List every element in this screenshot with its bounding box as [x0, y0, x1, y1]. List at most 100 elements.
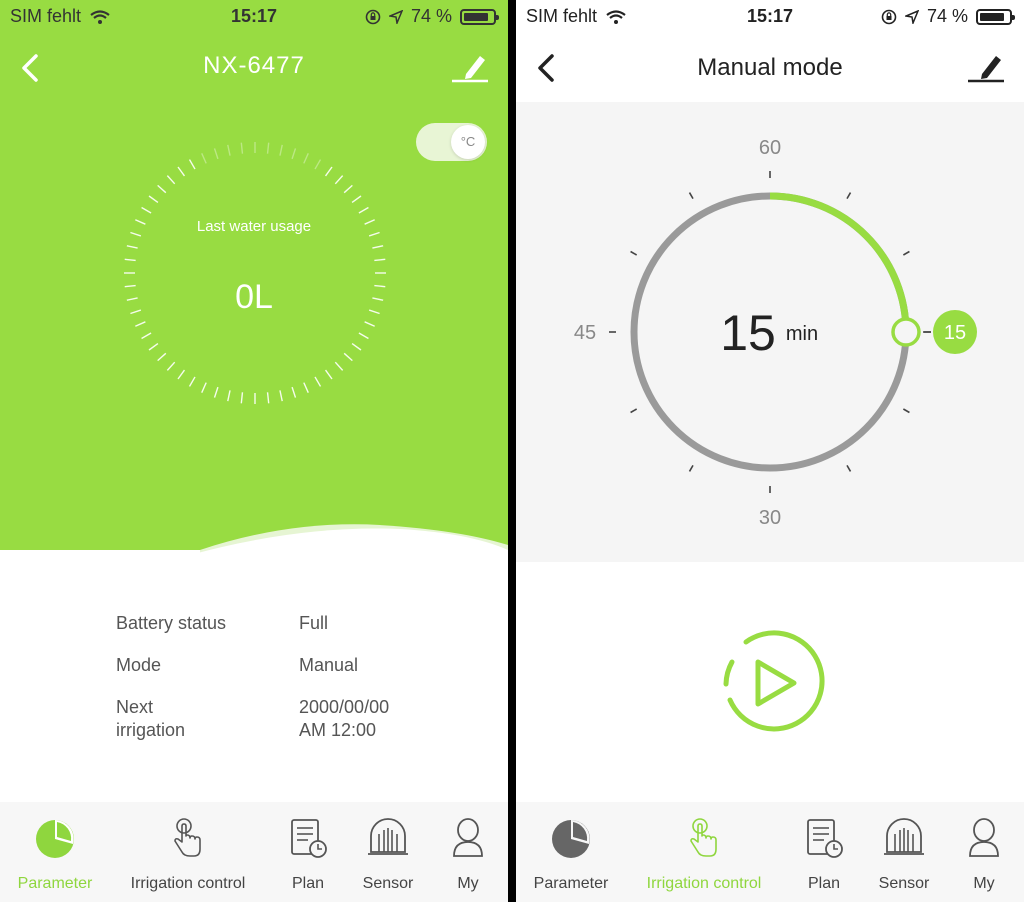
location-arrow-icon — [904, 9, 919, 24]
gauge-tick — [240, 392, 244, 404]
edit-pencil-icon[interactable] — [966, 50, 1006, 84]
timer-dial[interactable]: 60 45 30 15 min 15 — [516, 102, 1024, 562]
device-name-title: NX-6477 — [203, 52, 305, 79]
schedule-doc-icon — [807, 819, 843, 858]
battery-icon — [976, 8, 1015, 25]
tab-label: Sensor — [362, 875, 414, 892]
tab-sensor[interactable]: Sensor — [354, 816, 422, 893]
gauge-tick — [227, 390, 231, 402]
status-bar: SIM fehlt 15:17 74 % — [0, 0, 508, 34]
tab-plan[interactable]: Plan — [280, 816, 336, 893]
gauge-tick — [157, 352, 167, 362]
dial-label-60: 60 — [759, 137, 781, 159]
tab-label: My — [457, 875, 479, 892]
device-info-list: Battery status Full Mode Manual Next irr… — [116, 612, 389, 761]
info-key: Battery status — [116, 613, 227, 633]
gauge-tick — [372, 245, 384, 249]
gauge-tick — [201, 382, 207, 393]
user-icon — [969, 818, 999, 857]
play-button[interactable] — [716, 628, 826, 738]
gauge-tick — [141, 332, 152, 340]
gauge-tick — [358, 332, 369, 340]
pie-chart-icon — [552, 820, 590, 858]
battery-percent: 74 % — [410, 6, 452, 26]
info-key: Next irrigation — [116, 697, 186, 740]
gauge-tick — [135, 321, 146, 327]
unit-toggle[interactable]: °C — [416, 123, 487, 161]
info-value: Manual — [299, 655, 359, 675]
tab-plan[interactable]: Plan — [796, 816, 852, 893]
device-header-panel: SIM fehlt 15:17 74 % NX-6477 °C Last wat… — [0, 0, 508, 555]
gauge-tick — [188, 159, 196, 170]
info-row-mode: Mode Manual — [116, 654, 389, 677]
wave-decoration — [190, 524, 508, 555]
tab-sensor[interactable]: Sensor — [870, 816, 938, 893]
gauge-tick — [291, 148, 297, 160]
dial-value: 15 — [720, 305, 776, 361]
gauge-tick — [291, 386, 297, 398]
info-key: Mode — [116, 655, 162, 675]
gauge-tick — [166, 175, 176, 185]
unit-toggle-knob: °C — [451, 125, 485, 159]
gauge-tick — [266, 142, 270, 154]
gauge-tick — [351, 195, 362, 204]
gauge-tick — [364, 321, 375, 327]
tab-parameter[interactable]: Parameter — [524, 816, 618, 893]
gauge-tick — [124, 258, 136, 262]
orientation-lock-icon — [881, 9, 897, 24]
tab-label: Irrigation control — [130, 875, 246, 892]
gauge-tick — [141, 206, 152, 214]
gauge-tick — [303, 382, 309, 393]
info-row-next-irrigation: Next irrigation 2000/00/00 AM 12:00 — [116, 696, 389, 742]
gauge-tick — [177, 166, 186, 177]
gauge-tick — [279, 390, 283, 402]
dial-tick — [902, 250, 910, 256]
gauge-tick — [343, 352, 353, 362]
gauge-tick — [201, 153, 207, 164]
dial-tick — [630, 408, 638, 414]
info-row-battery: Battery status Full — [116, 612, 389, 635]
pie-chart-icon — [36, 820, 74, 858]
dial-label-30: 30 — [759, 507, 781, 529]
gauge-tick — [240, 142, 244, 154]
play-triangle-icon — [755, 659, 797, 707]
gauge-tick — [177, 369, 186, 380]
gauge-tick — [314, 376, 322, 387]
parameter-screen: SIM fehlt 15:17 74 % NX-6477 °C Last wat… — [0, 0, 508, 902]
gauge-tick — [358, 206, 369, 214]
tab-my[interactable]: My — [444, 816, 492, 893]
gauge-tick — [324, 166, 333, 177]
tab-my[interactable]: My — [960, 816, 1008, 893]
gauge-tick — [126, 245, 138, 249]
edit-pencil-icon[interactable] — [450, 50, 490, 84]
hand-touch-icon — [174, 818, 201, 857]
user-icon — [453, 818, 483, 857]
tab-irrigation-control[interactable]: Irrigation control — [636, 816, 772, 893]
sensor-icon — [884, 818, 924, 855]
gauge-tick — [188, 376, 196, 387]
gauge-tick — [157, 184, 167, 194]
tab-label: Irrigation control — [646, 875, 762, 892]
usage-gauge-ticks — [124, 142, 386, 404]
battery-icon — [460, 8, 499, 25]
dial-tick — [902, 408, 910, 414]
gauge-tick — [334, 175, 344, 185]
sensor-icon — [368, 818, 408, 855]
gauge-tick — [279, 144, 283, 156]
usage-label: Last water usage — [196, 218, 312, 235]
tab-label: Plan — [807, 875, 841, 892]
dial-label-45: 45 — [574, 322, 596, 344]
page-title: Manual mode — [697, 54, 843, 81]
gauge-tick — [351, 342, 362, 351]
dial-tick — [688, 192, 694, 200]
tab-label: Plan — [291, 875, 325, 892]
tab-parameter[interactable]: Parameter — [8, 816, 102, 893]
dial-handle[interactable] — [891, 317, 921, 347]
info-value: Full — [299, 613, 329, 633]
tab-irrigation-control[interactable]: Irrigation control — [120, 816, 256, 893]
dial-tick — [846, 192, 852, 200]
tab-bar: Parameter Irrigation control Plan Sensor… — [516, 802, 1024, 902]
gauge-tick — [213, 386, 219, 398]
dial-tick — [688, 464, 694, 472]
dial-tick — [630, 250, 638, 256]
